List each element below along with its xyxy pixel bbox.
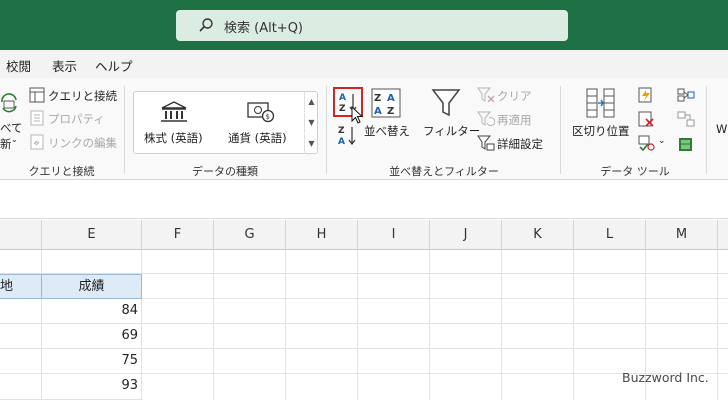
column-header[interactable] <box>0 220 42 250</box>
ribbon-partial-label: W <box>716 122 728 136</box>
data-model-icon[interactable] <box>677 135 695 153</box>
advanced-button[interactable]: 詳細設定 <box>497 136 543 152</box>
chevron-down-icon[interactable]: ⌄ <box>658 136 666 146</box>
remove-duplicates-icon[interactable] <box>637 111 655 127</box>
sort-button[interactable]: 並べ替え <box>364 123 410 139</box>
column-header-f[interactable]: F <box>142 220 214 250</box>
consolidate-icon[interactable] <box>677 87 695 103</box>
gallery-more[interactable]: ▼ <box>304 134 318 154</box>
column-header-partial[interactable] <box>718 220 728 250</box>
search-icon <box>199 18 213 32</box>
group-divider <box>326 86 327 174</box>
reapply-button[interactable]: 再適用 <box>497 112 532 128</box>
menu-bar: 校閲 表示 ヘルプ <box>0 50 728 78</box>
table-cell[interactable] <box>0 299 42 324</box>
search-text: 検索 (Alt+Q) <box>224 21 304 36</box>
group-label-data-tools: データ ツール <box>600 165 670 178</box>
edit-links-icon <box>30 134 44 150</box>
refresh-all-label-1[interactable]: べて <box>0 120 23 136</box>
search-box[interactable]: 検索 (Alt+Q) <box>176 10 568 41</box>
group-divider <box>560 86 561 174</box>
gallery-scroll-up[interactable]: ▲ <box>304 92 318 112</box>
queries-connections-button[interactable]: クエリと接続 <box>48 88 117 104</box>
table-cell[interactable] <box>0 349 42 374</box>
edit-links-button[interactable]: リンクの編集 <box>48 135 117 151</box>
grid-line <box>142 273 728 274</box>
svg-text:A: A <box>374 106 382 117</box>
svg-text:Z: Z <box>374 93 381 104</box>
advanced-filter-icon <box>477 135 495 151</box>
watermark: Buzzword Inc. <box>622 370 709 385</box>
score-cell[interactable]: 75 <box>42 349 142 374</box>
data-validation-icon[interactable] <box>637 135 655 151</box>
svg-text:Z: Z <box>338 126 345 136</box>
svg-text:Z: Z <box>387 106 394 117</box>
menu-help[interactable]: ヘルプ <box>95 56 133 75</box>
grid-line <box>142 323 728 324</box>
grid-line <box>142 298 728 299</box>
title-bar: 検索 (Alt+Q) <box>0 0 728 50</box>
group-divider <box>124 86 125 174</box>
text-to-columns-button[interactable]: 区切り位置 <box>572 123 630 139</box>
svg-text:A: A <box>387 93 395 104</box>
menu-review[interactable]: 校閲 <box>6 56 31 75</box>
relationships-icon[interactable] <box>677 111 695 127</box>
column-header-i[interactable]: I <box>358 220 430 250</box>
properties-button[interactable]: プロパティ <box>48 111 105 127</box>
formula-bar[interactable] <box>0 181 728 219</box>
grid-line <box>142 348 728 349</box>
sort-descending-icon[interactable]: Z A <box>336 123 360 147</box>
svg-text:A: A <box>339 93 346 103</box>
queries-connections-icon <box>29 87 45 103</box>
flash-fill-icon[interactable] <box>637 87 655 103</box>
currencies-button[interactable]: 通貨 (英語) <box>228 130 287 146</box>
table-header-score[interactable]: 成績 <box>41 274 142 299</box>
group-divider <box>706 86 707 174</box>
menu-view[interactable]: 表示 <box>52 56 77 75</box>
gallery-scroll-down[interactable]: ▼ <box>304 113 318 133</box>
group-label-sort-filter: 並べ替えとフィルター <box>389 165 499 178</box>
table-cell[interactable] <box>0 324 42 349</box>
column-header-k[interactable]: K <box>502 220 574 250</box>
column-header-h[interactable]: H <box>286 220 358 250</box>
svg-text:Z: Z <box>339 104 346 114</box>
column-header-m[interactable]: M <box>646 220 718 250</box>
refresh-all-icon[interactable] <box>0 92 20 116</box>
filter-button[interactable]: フィルター <box>423 123 480 139</box>
table-header-cell[interactable]: 地 <box>0 274 42 299</box>
reapply-icon <box>477 111 495 127</box>
text-to-columns-icon[interactable] <box>586 87 616 119</box>
score-cell[interactable]: 69 <box>42 324 142 349</box>
stocks-icon <box>161 101 187 122</box>
clear-filter-icon <box>477 87 495 103</box>
column-header-e[interactable]: E <box>42 220 142 250</box>
column-header-l[interactable]: L <box>574 220 646 250</box>
table-cell[interactable] <box>0 250 42 274</box>
currencies-icon: $ <box>247 102 275 123</box>
worksheet-grid[interactable]: E F G H I J K L M 地 成績 84 69 75 93 <box>0 220 728 400</box>
chevron-down-icon: ⌄ <box>11 135 18 144</box>
score-cell[interactable]: 84 <box>42 299 142 324</box>
ribbon: べて 新 ⌄ クエリと接続 プロパティ リンクの編集 クエリと接続 株式 (英語… <box>0 78 728 180</box>
column-header-g[interactable]: G <box>214 220 286 250</box>
data-types-gallery: 株式 (英語) $ 通貨 (英語) ▲ ▼ ▼ <box>133 91 318 154</box>
table-cell[interactable] <box>42 250 142 274</box>
group-label-data-types: データの種類 <box>192 165 258 178</box>
stocks-button[interactable]: 株式 (英語) <box>144 130 203 146</box>
score-cell[interactable]: 93 <box>42 374 142 400</box>
svg-text:$: $ <box>266 113 270 121</box>
refresh-all-label-2[interactable]: 新 <box>0 136 12 152</box>
group-label-queries: クエリと接続 <box>28 165 95 178</box>
sort-icon[interactable]: Z A A Z <box>371 88 401 118</box>
table-cell[interactable] <box>0 374 42 400</box>
clear-button[interactable]: クリア <box>497 88 532 104</box>
properties-icon <box>30 110 44 126</box>
filter-icon[interactable] <box>431 88 461 118</box>
svg-text:A: A <box>338 137 345 147</box>
column-header-j[interactable]: J <box>430 220 502 250</box>
